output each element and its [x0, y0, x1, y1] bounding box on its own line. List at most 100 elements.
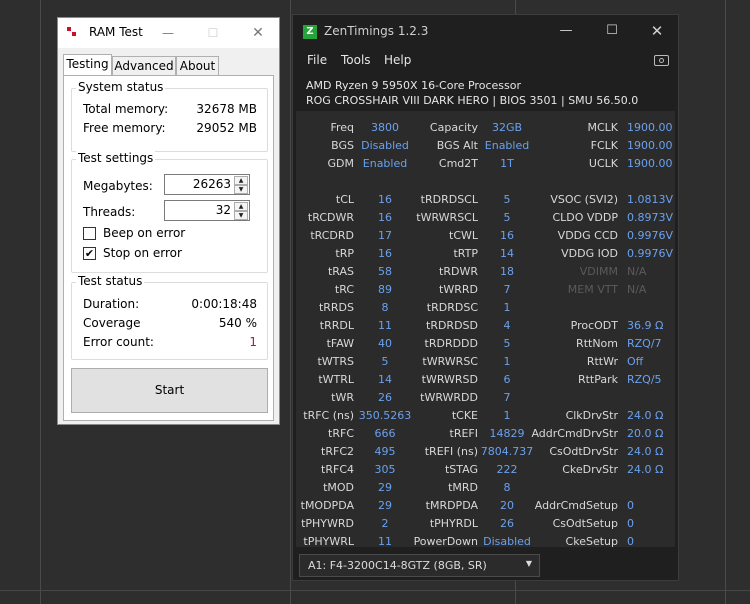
ramtest-window: RAM Test — ☐ ✕ Testing Advanced About Sy…	[57, 17, 280, 425]
testing-panel: System status Total memory: 32678 MB Fre…	[63, 75, 274, 421]
timing-value: 24.0 Ω	[627, 445, 664, 458]
free-memory-label: Free memory:	[83, 121, 166, 135]
timing-value: RZQ/7	[627, 337, 662, 350]
duration-value: 0:00:18:48	[191, 297, 257, 311]
timing-label: CsOdtDrvStr	[549, 445, 618, 458]
timing-label: CkeDrvStr	[562, 463, 618, 476]
timing-label: ClkDrvStr	[565, 409, 618, 422]
start-button[interactable]: Start	[71, 368, 268, 413]
dimm-select-value: A1: F4-3200C14-8GTZ (8GB, SR)	[308, 559, 487, 572]
menu-tools[interactable]: Tools	[341, 53, 371, 67]
ramtest-titlebar[interactable]: RAM Test — ☐ ✕	[58, 18, 279, 48]
timing-label: CkeSetup	[565, 535, 618, 548]
timing-value: Enabled	[362, 157, 408, 170]
timing-value: 1900.00	[627, 157, 673, 170]
camera-icon[interactable]	[654, 55, 669, 66]
timing-value: 29	[378, 499, 392, 512]
timing-label: CLDO VDDP	[552, 211, 618, 224]
timing-label: RttPark	[577, 373, 618, 386]
zentimings-titlebar[interactable]: Z ZenTimings 1.2.3 — ☐ ✕	[293, 15, 678, 47]
error-count-value: 1	[249, 335, 257, 349]
timing-value: 16	[378, 247, 392, 260]
board-info: ROG CROSSHAIR VIII DARK HERO | BIOS 3501…	[306, 94, 639, 107]
stepper-up-icon[interactable]: ▲	[234, 176, 248, 185]
coverage-value: 540 %	[218, 316, 257, 330]
stepper-down-icon[interactable]: ▼	[234, 185, 248, 194]
bg-line	[290, 0, 291, 604]
group-title: Test settings	[76, 151, 156, 165]
timing-value: 1.0813V	[627, 193, 674, 206]
timings-grid: Freq 3800 BGS Disabled GDM Enabled tCL 16 tRCDWR…	[296, 111, 675, 548]
total-memory-label: Total memory:	[83, 102, 169, 116]
timing-label: MEM VTT	[567, 283, 618, 296]
coverage-label: Coverage	[83, 316, 141, 330]
timing-value: 0.9976V	[627, 247, 674, 260]
beep-on-error-label: Beep on error	[103, 226, 186, 240]
timing-value: 17	[378, 229, 392, 242]
timing-value: 16	[378, 193, 392, 206]
maximize-button[interactable]: ☐	[203, 24, 223, 42]
menu-help[interactable]: Help	[384, 53, 411, 67]
timing-value: 0	[627, 517, 634, 530]
menu-file[interactable]: File	[307, 53, 327, 67]
bg-line	[40, 0, 41, 604]
timing-value: 24.0 Ω	[627, 463, 664, 476]
timing-value: 1T	[500, 157, 514, 170]
tab-about[interactable]: About	[176, 56, 219, 75]
stepper-up-icon[interactable]: ▲	[234, 202, 248, 211]
dimm-select[interactable]: A1: F4-3200C14-8GTZ (8GB, SR) ▼	[299, 554, 540, 577]
minimize-button[interactable]: —	[555, 21, 577, 41]
group-title: Test status	[76, 274, 145, 288]
timing-value: N/A	[627, 283, 647, 296]
timing-label: RttNom	[576, 337, 618, 350]
stop-on-error-label: Stop on error	[103, 246, 182, 260]
timing-value: 1	[503, 301, 511, 314]
timing-value: 7804.737	[480, 445, 534, 458]
timing-label: CsOdtSetup	[552, 517, 618, 530]
timing-label: VDDG CCD	[557, 229, 618, 242]
ramtest-title: RAM Test	[89, 25, 143, 39]
timing-value: 40	[378, 337, 392, 350]
threads-stepper[interactable]: 32 ▲ ▼	[164, 200, 250, 221]
timing-value: 2	[381, 517, 389, 530]
group-title: System status	[76, 80, 166, 94]
timing-value: 14	[500, 247, 514, 260]
timing-value: 8	[503, 481, 511, 494]
megabytes-stepper[interactable]: 26263 ▲ ▼	[164, 174, 250, 195]
timing-value: 32GB	[491, 121, 523, 134]
timing-value: N/A	[627, 265, 647, 278]
test-status-group: Test status Duration: 0:00:18:48 Coverag…	[71, 274, 268, 360]
maximize-button[interactable]: ☐	[601, 21, 623, 41]
timing-value: 24.0 Ω	[627, 409, 664, 422]
timing-value: 11	[378, 319, 392, 332]
timing-value: 1900.00	[627, 121, 673, 134]
zentimings-title: ZenTimings 1.2.3	[324, 24, 429, 38]
bg-line	[0, 590, 750, 591]
timing-value: 0	[627, 535, 634, 548]
timing-value: 1	[503, 409, 511, 422]
timing-label: AddrCmdSetup	[534, 499, 618, 512]
beep-on-error-checkbox[interactable]	[83, 227, 96, 240]
threads-label: Threads:	[83, 205, 136, 219]
close-button[interactable]: ✕	[646, 21, 668, 41]
timing-value: 495	[374, 445, 396, 458]
megabytes-value: 26263	[192, 177, 231, 191]
timing-value: 7	[503, 283, 511, 296]
tab-advanced[interactable]: Advanced	[112, 56, 176, 75]
cpu-name: AMD Ryzen 9 5950X 16-Core Processor	[306, 79, 521, 92]
tab-testing[interactable]: Testing	[63, 54, 112, 76]
timing-value: 305	[374, 463, 396, 476]
timing-label: UCLK	[588, 157, 618, 170]
test-settings-group: Test settings Megabytes: 26263 ▲ ▼ Threa…	[71, 151, 268, 273]
minimize-button[interactable]: —	[158, 24, 178, 42]
stop-on-error-checkbox[interactable]: ✔	[83, 247, 96, 260]
timing-value: 0	[627, 499, 634, 512]
zentimings-app-icon: Z	[303, 25, 317, 39]
close-button[interactable]: ✕	[248, 24, 268, 42]
timing-value: 89	[378, 283, 392, 296]
timing-value: 8	[381, 301, 389, 314]
timing-value: 222	[496, 463, 518, 476]
timing-value: 4	[503, 319, 511, 332]
timing-value: 20.0 Ω	[627, 427, 664, 440]
stepper-down-icon[interactable]: ▼	[234, 211, 248, 220]
